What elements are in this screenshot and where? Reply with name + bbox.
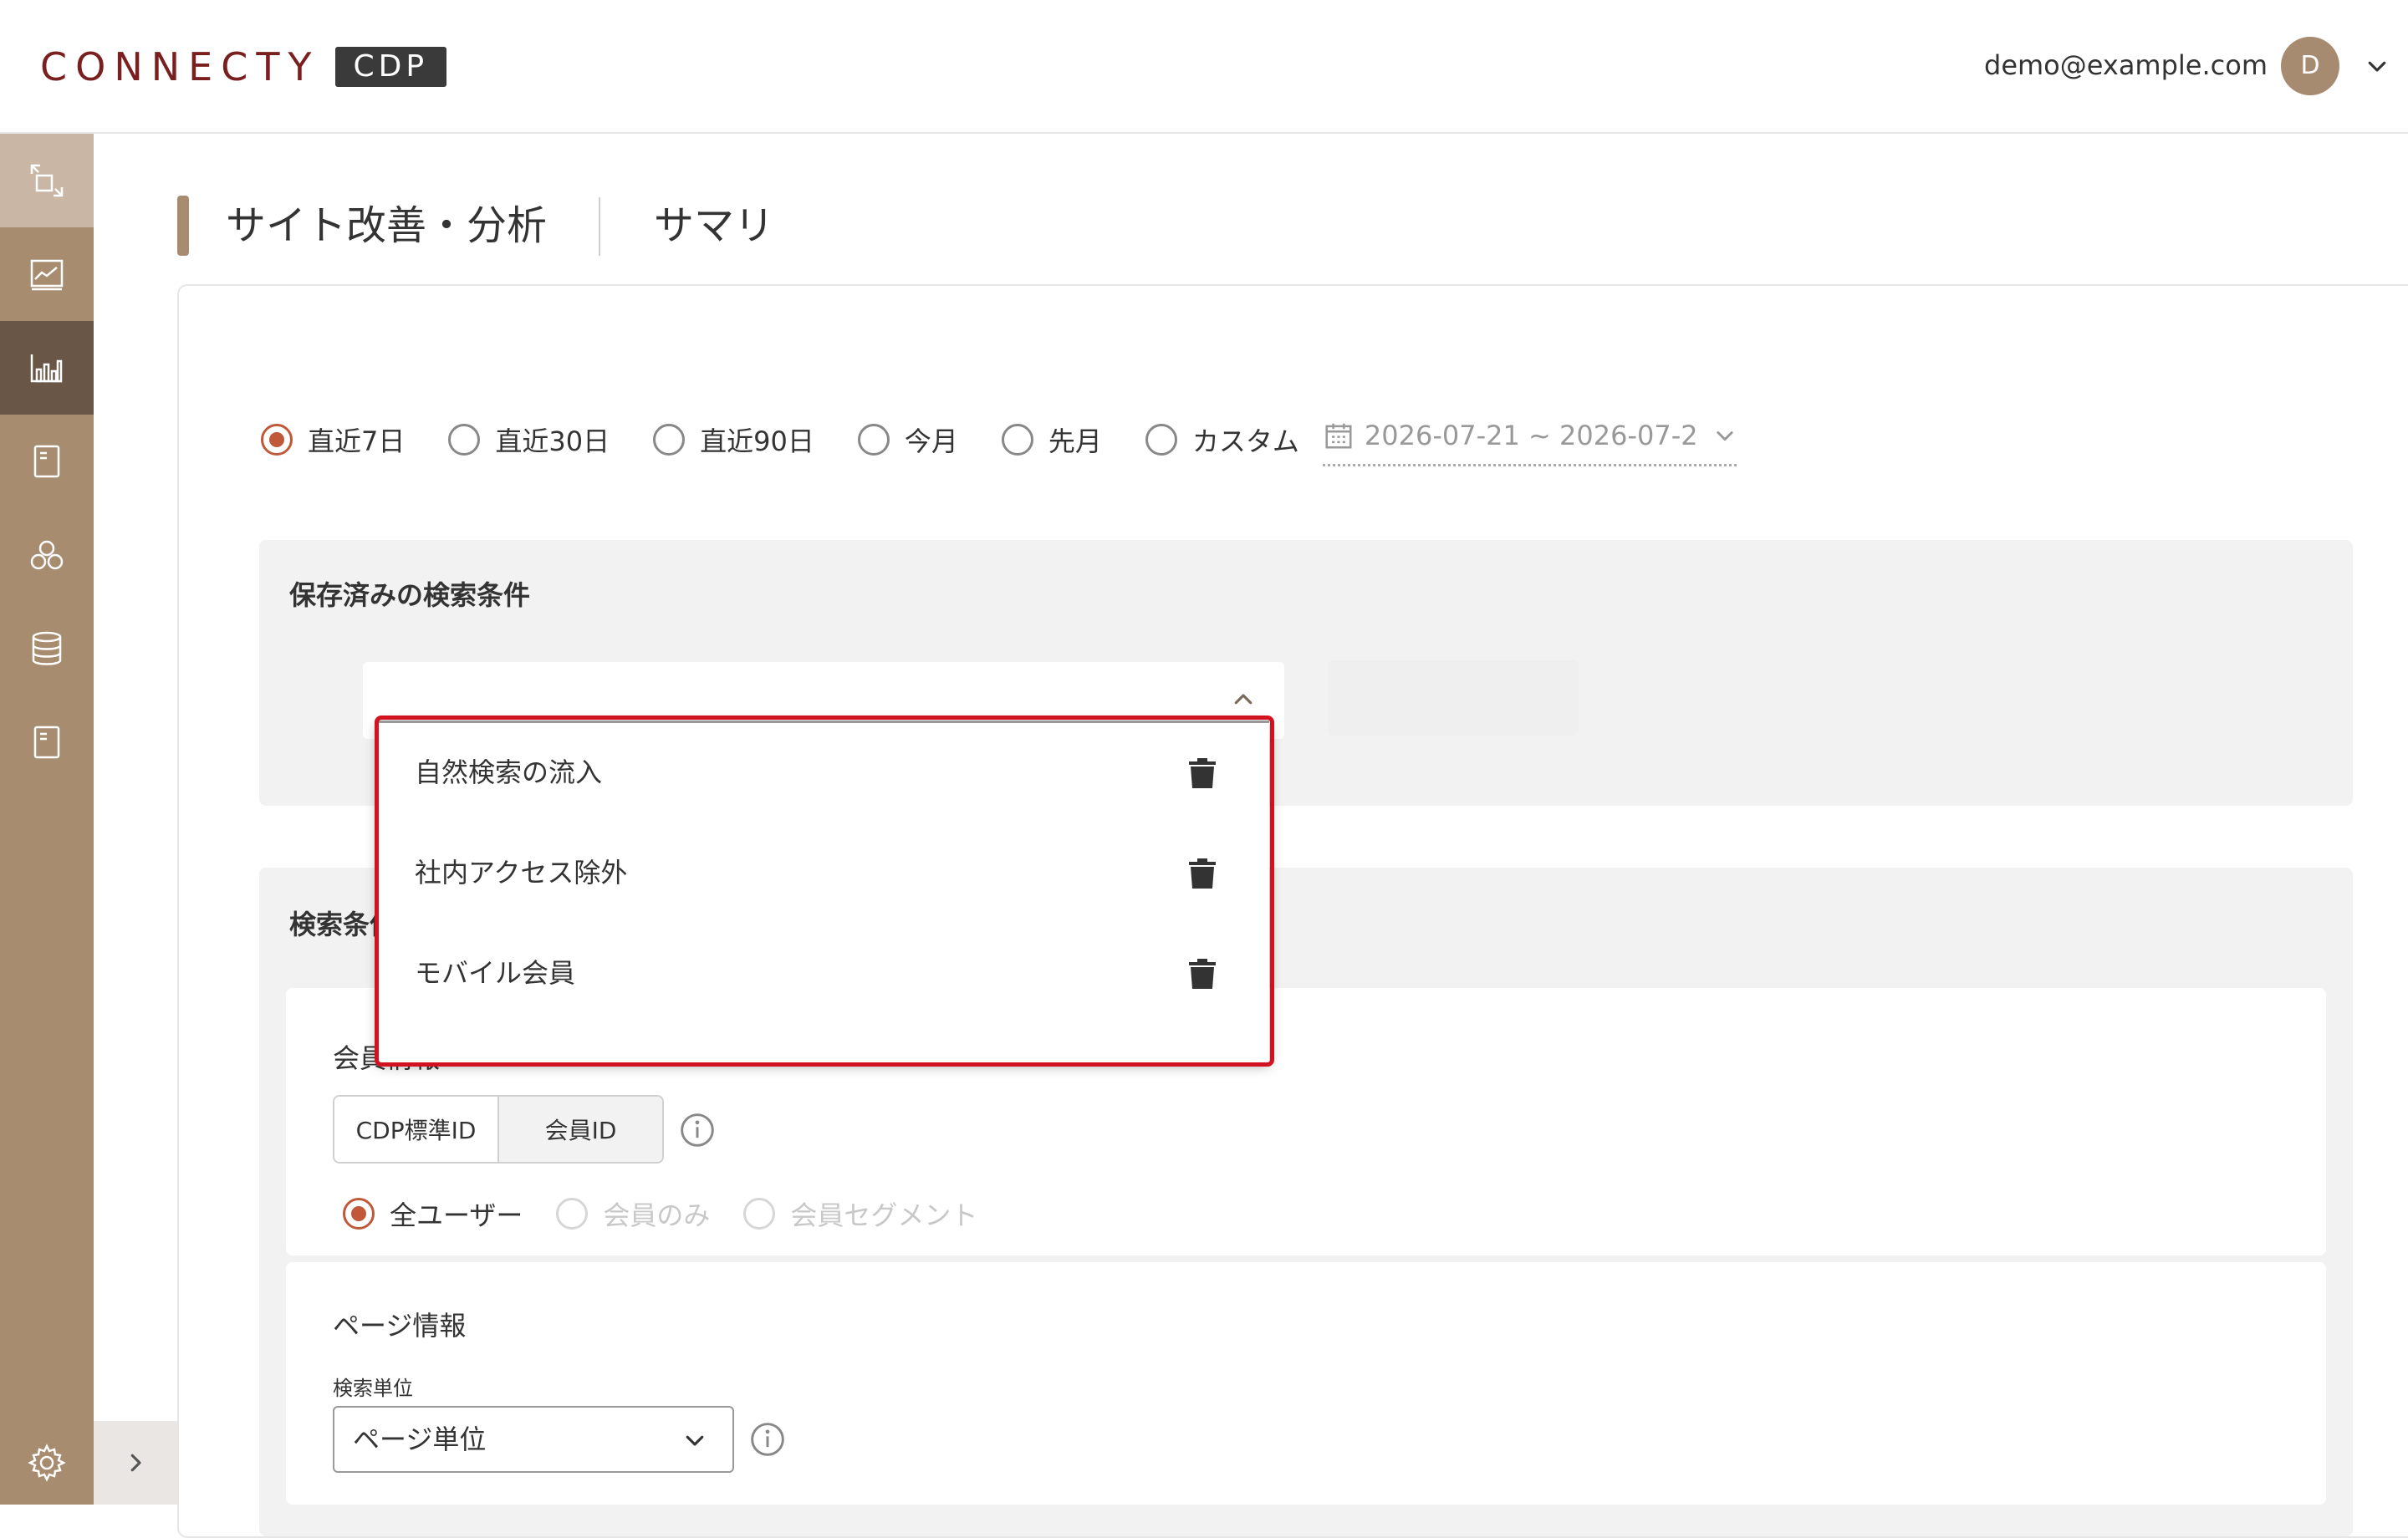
sidebar: [0, 134, 94, 1505]
logo-badge: CDP: [334, 47, 447, 87]
gear-icon: [28, 1444, 66, 1482]
radio-button[interactable]: [448, 424, 481, 456]
period-radio-30days[interactable]: 直近30日: [448, 420, 610, 459]
radio-label: 直近90日: [700, 425, 814, 457]
user-scope-radio-group: 全ユーザー 会員のみ 会員セグメント: [343, 1190, 1011, 1237]
chevron-down-icon: [1717, 430, 1733, 441]
calendar-icon: [1325, 423, 1352, 449]
radio-button[interactable]: [343, 1198, 375, 1230]
date-range-picker[interactable]: 2026-07-21 ~ 2026-07-2: [1322, 414, 1737, 466]
id-type-toggle: CDP標準ID 会員ID: [333, 1095, 664, 1164]
segment-circles-icon: [30, 540, 64, 570]
monitor-chart-icon: [30, 259, 64, 291]
radio-button[interactable]: [261, 424, 293, 456]
transfer-icon: [30, 164, 64, 197]
radio-label: 先月: [1048, 425, 1102, 457]
highlight-box: [375, 716, 1274, 1067]
page-title: サイト改善・分析: [226, 202, 548, 249]
radio-button[interactable]: [857, 424, 890, 456]
info-icon[interactable]: [749, 1421, 786, 1458]
info-icon[interactable]: [679, 1112, 716, 1148]
search-unit-value: ページ単位: [353, 1423, 487, 1455]
sidebar-item-reports[interactable]: [0, 695, 94, 789]
apply-saved-button[interactable]: [1328, 660, 1579, 736]
radio-button: [556, 1198, 589, 1230]
settings-button[interactable]: [0, 1421, 94, 1505]
radio-label: カスタム: [1191, 425, 1299, 457]
sidebar-item-segments[interactable]: [0, 508, 94, 602]
bar-chart-icon: [30, 354, 63, 383]
radio-button[interactable]: [1145, 424, 1177, 456]
period-radio-this-month[interactable]: 今月: [857, 420, 958, 459]
radio-button[interactable]: [653, 424, 686, 456]
sidebar-collapse-button[interactable]: [94, 1421, 177, 1505]
user-email[interactable]: demo@example.com: [1984, 47, 2268, 84]
toggle-member-id[interactable]: 会員ID: [499, 1097, 662, 1162]
sidebar-item-documents[interactable]: [0, 415, 94, 508]
app-header: CONNECTY CDP demo@example.com D: [0, 0, 2408, 134]
period-radio-90days[interactable]: 直近90日: [653, 420, 814, 459]
connecty-logo[interactable]: CONNECTY CDP: [40, 43, 447, 90]
radio-member-segment: 会員セグメント: [743, 1194, 977, 1233]
radio-label: 会員セグメント: [790, 1199, 978, 1231]
radio-label: 直近7日: [308, 425, 406, 457]
sidebar-item-dashboard[interactable]: [0, 227, 94, 321]
avatar[interactable]: D: [2281, 37, 2339, 95]
period-radio-group: 直近7日 直近30日 直近90日 今月 先月 カスタム 2026-07-21 ~…: [261, 414, 1737, 466]
document-icon: [33, 445, 60, 478]
toggle-cdp-standard-id[interactable]: CDP標準ID: [334, 1097, 499, 1162]
date-range-text: 2026-07-21 ~ 2026-07-2: [1364, 419, 1698, 451]
page-subtitle: サマリ: [654, 202, 775, 249]
search-unit-select[interactable]: ページ単位: [333, 1406, 734, 1473]
period-radio-custom[interactable]: カスタム: [1145, 420, 1299, 459]
chevron-down-icon: [686, 1435, 704, 1446]
radio-label: 全ユーザー: [390, 1199, 523, 1231]
chevron-up-icon[interactable]: [1231, 687, 1256, 712]
search-unit-caption: 検索単位: [333, 1377, 413, 1400]
report-icon: [33, 726, 60, 759]
chevron-down-icon[interactable]: [2365, 53, 2390, 79]
radio-label: 今月: [904, 425, 958, 457]
sidebar-item-database[interactable]: [0, 602, 94, 695]
period-radio-7days[interactable]: 直近7日: [261, 420, 405, 459]
radio-button: [743, 1198, 776, 1230]
radio-members-only: 会員のみ: [556, 1194, 710, 1233]
sidebar-item-data-integration[interactable]: [0, 134, 94, 227]
logo-text: CONNECTY: [40, 44, 320, 89]
radio-label: 直近30日: [495, 425, 610, 457]
radio-button[interactable]: [1001, 424, 1033, 456]
radio-label: 会員のみ: [603, 1199, 711, 1231]
saved-conditions-title: 保存済みの検索条件: [289, 579, 531, 611]
page-info-label: ページ情報: [333, 1310, 467, 1342]
database-icon: [32, 631, 62, 665]
title-accent-bar: [177, 196, 189, 256]
period-radio-last-month[interactable]: 先月: [1001, 420, 1102, 459]
chevron-right-icon: [130, 1454, 141, 1472]
title-divider: [599, 197, 600, 256]
sidebar-item-analytics[interactable]: [0, 321, 94, 415]
radio-all-users[interactable]: 全ユーザー: [343, 1194, 523, 1233]
